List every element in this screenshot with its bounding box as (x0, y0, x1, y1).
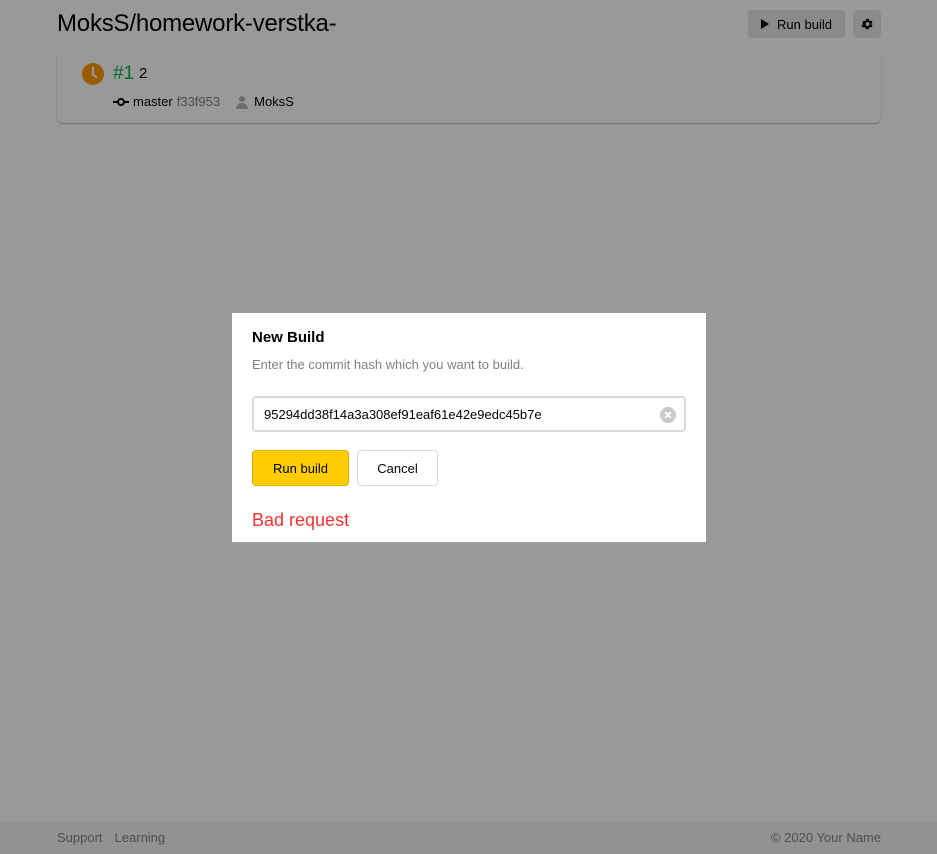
clear-icon[interactable] (660, 407, 676, 423)
run-build-button[interactable]: Run build (252, 450, 349, 486)
commit-hash-field (252, 396, 686, 432)
commit-hash-input[interactable] (254, 398, 684, 430)
modal-title: New Build (252, 329, 325, 346)
new-build-modal: New Build Enter the commit hash which yo… (232, 313, 706, 542)
cancel-button[interactable]: Cancel (357, 450, 438, 486)
modal-subtitle: Enter the commit hash which you want to … (252, 357, 524, 372)
error-message: Bad request (252, 510, 350, 530)
